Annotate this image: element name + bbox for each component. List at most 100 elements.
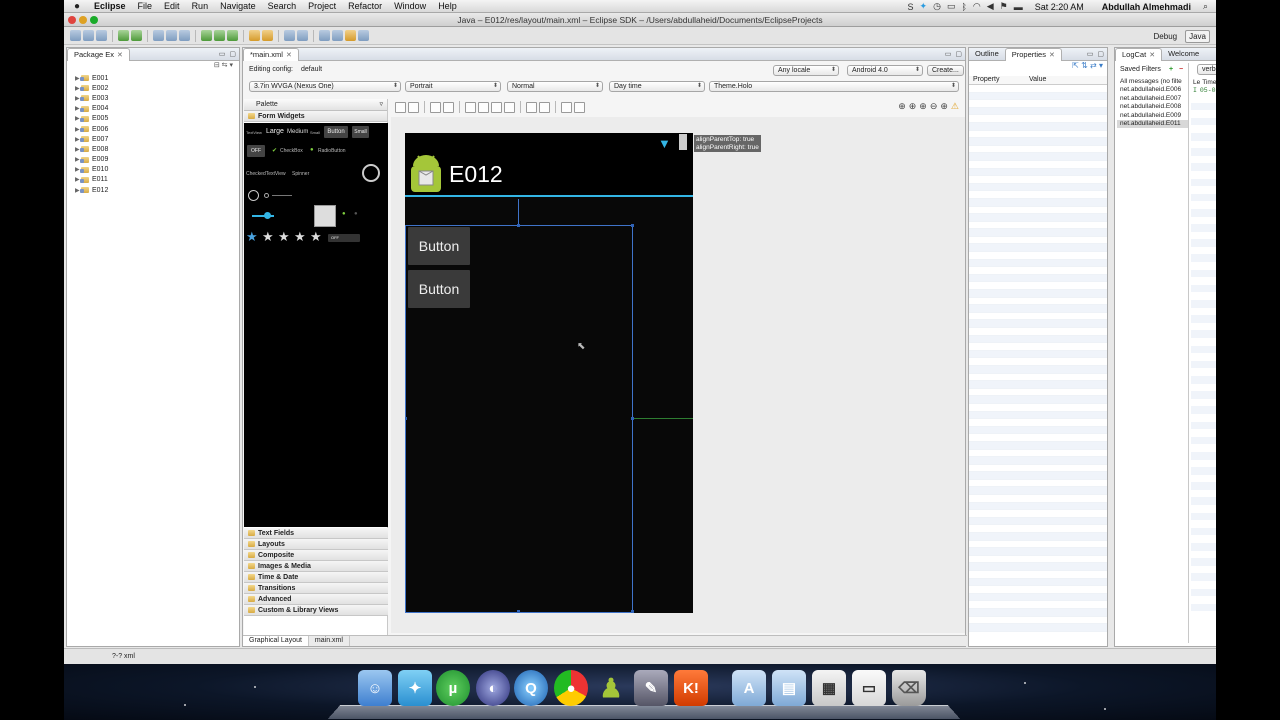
layout-param-1-icon[interactable]: [465, 101, 476, 113]
eclipse-dock-icon[interactable]: ◐: [476, 670, 510, 706]
tab-properties[interactable]: Properties ✕: [1004, 48, 1062, 61]
progress-small-icon[interactable]: [264, 193, 269, 198]
progressbar-horizontal[interactable]: [272, 195, 292, 196]
gravity-icon[interactable]: [539, 101, 550, 113]
star-icon[interactable]: ★: [262, 229, 274, 245]
preview-checkedtextview[interactable]: CheckedTextView: [246, 171, 286, 177]
preview-radiobutton[interactable]: RadioButton: [318, 148, 346, 154]
tab-graphical-layout[interactable]: Graphical Layout: [243, 636, 309, 646]
preview-small-button[interactable]: Small: [352, 126, 369, 138]
preview-toggle[interactable]: OFF: [247, 145, 265, 157]
palette-category[interactable]: Layouts: [244, 539, 388, 550]
logcat-filter-item[interactable]: All messages (no filte: [1117, 78, 1188, 86]
device-select[interactable]: 3.7in WVGA (Nexus One): [249, 81, 401, 92]
palette-category[interactable]: Composite: [244, 550, 388, 561]
night-mode-select[interactable]: Day time: [609, 81, 705, 92]
zoom-fit-icon[interactable]: ⊕: [909, 101, 917, 112]
minimize-icon[interactable]: ▭: [219, 50, 226, 58]
progress-large-icon[interactable]: [362, 164, 380, 182]
preview-textview[interactable]: TextView: [246, 130, 262, 135]
forward-icon[interactable]: [358, 30, 369, 41]
zoom-window-icon[interactable]: [90, 16, 98, 24]
documents-folder-icon[interactable]: ▤: [772, 670, 806, 706]
property-column-header[interactable]: Property: [969, 76, 1025, 84]
menu-edit[interactable]: Edit: [164, 1, 180, 11]
resize-handle-left[interactable]: [405, 417, 407, 420]
project-item[interactable]: ▶ E004: [67, 104, 239, 114]
apple-icon[interactable]: ●: [74, 1, 88, 12]
logcat-filter-item[interactable]: net.abdullaheid.E009: [1117, 112, 1188, 120]
tab-welcome[interactable]: Welcome: [1162, 48, 1205, 60]
weight-icon[interactable]: [574, 101, 585, 113]
preview-large-text[interactable]: Large: [266, 128, 284, 135]
layout-param-3-icon[interactable]: [491, 101, 502, 113]
new-class-icon[interactable]: [262, 30, 273, 41]
maximize-icon[interactable]: ▢: [1097, 50, 1104, 58]
flag-icon[interactable]: ⚑: [1000, 1, 1008, 12]
theme-select[interactable]: Theme.Holo: [709, 81, 959, 92]
bluetooth-icon[interactable]: ᛒ: [961, 2, 966, 12]
device-button-2[interactable]: Button: [408, 270, 470, 308]
menu-project[interactable]: Project: [308, 1, 336, 11]
toggle-fill-width-icon[interactable]: [395, 101, 406, 113]
open-type-icon[interactable]: [284, 30, 295, 41]
project-item[interactable]: ▶ E011: [67, 175, 239, 185]
distribute-icon[interactable]: [561, 101, 572, 113]
perspective-debug[interactable]: Debug: [1150, 30, 1182, 43]
radio-icon[interactable]: ●: [310, 147, 314, 153]
maximize-icon[interactable]: ▢: [229, 50, 236, 58]
logcat-filter-item[interactable]: net.abdullaheid.E007: [1117, 95, 1188, 103]
log-time-column[interactable]: Time: [1202, 79, 1216, 87]
log-row[interactable]: I 05-05 01:32:09.: [1191, 87, 1216, 95]
log-level-select[interactable]: verbose: [1197, 64, 1216, 75]
new-test-project-icon[interactable]: [166, 30, 177, 41]
android-dock-icon[interactable]: ♟: [594, 670, 628, 706]
palette-category[interactable]: Advanced: [244, 594, 388, 605]
zoom-in-icon[interactable]: ⊕: [940, 101, 948, 112]
star-icon[interactable]: ★: [310, 229, 322, 245]
align-left-icon[interactable]: [430, 101, 441, 113]
tab-package-explorer[interactable]: Package Ex ✕: [67, 48, 130, 61]
applications-folder-icon[interactable]: A: [732, 670, 766, 706]
palette-category[interactable]: Text Fields: [244, 528, 388, 539]
resize-handle-top[interactable]: [517, 224, 520, 227]
preview-small-text[interactable]: Small: [310, 130, 320, 135]
search-icon[interactable]: [297, 30, 308, 41]
layout-param-4-icon[interactable]: [504, 101, 515, 113]
avd-manager-icon[interactable]: [131, 30, 142, 41]
progress-icon[interactable]: [248, 190, 259, 201]
zoom-out-icon[interactable]: ⊖: [930, 101, 938, 112]
menu-window[interactable]: Window: [394, 1, 426, 11]
preview-button[interactable]: Button: [324, 126, 348, 138]
trash-icon[interactable]: ⌫: [892, 670, 926, 706]
menu-navigate[interactable]: Navigate: [220, 1, 256, 11]
show-categories-icon[interactable]: ⇱: [1072, 61, 1079, 70]
project-item[interactable]: ▶ E010: [67, 165, 239, 175]
project-item[interactable]: ▶ E003: [67, 93, 239, 103]
tab-outline[interactable]: Outline: [969, 48, 1005, 60]
show-advanced-icon[interactable]: ⇅: [1081, 61, 1088, 70]
star-icon[interactable]: ★: [294, 229, 306, 245]
view-menu-icon[interactable]: ▾: [1099, 61, 1103, 70]
utorrent-icon[interactable]: µ: [436, 670, 470, 706]
palette-menu-icon[interactable]: ▿: [379, 99, 383, 111]
seekbar-thumb-icon[interactable]: [264, 212, 271, 219]
menu-app[interactable]: Eclipse: [94, 1, 126, 11]
finder-icon[interactable]: ☺: [358, 670, 392, 706]
restore-default-icon[interactable]: ⇄: [1090, 61, 1097, 70]
checkbox-icon[interactable]: ✔: [272, 147, 277, 154]
time-machine-icon[interactable]: ◷: [933, 1, 941, 12]
maximize-icon[interactable]: ▢: [955, 50, 962, 58]
device-screen[interactable]: ▼ E012 Button Button ⬉: [405, 133, 693, 613]
new-icon[interactable]: [70, 30, 81, 41]
preview-checkbox[interactable]: CheckBox: [280, 148, 303, 154]
menu-file[interactable]: File: [138, 1, 153, 11]
perspective-java[interactable]: Java: [1185, 30, 1210, 43]
star-icon[interactable]: ★: [278, 229, 290, 245]
palette-category[interactable]: Images & Media: [244, 561, 388, 572]
print-icon[interactable]: [96, 30, 107, 41]
layout-canvas[interactable]: ▼ E012 Button Button ⬉ alignParentTop: t…: [391, 117, 965, 633]
orientation-select[interactable]: Portrait: [405, 81, 501, 92]
tab-logcat[interactable]: LogCat ✕: [1115, 48, 1163, 61]
menu-refactor[interactable]: Refactor: [348, 1, 382, 11]
